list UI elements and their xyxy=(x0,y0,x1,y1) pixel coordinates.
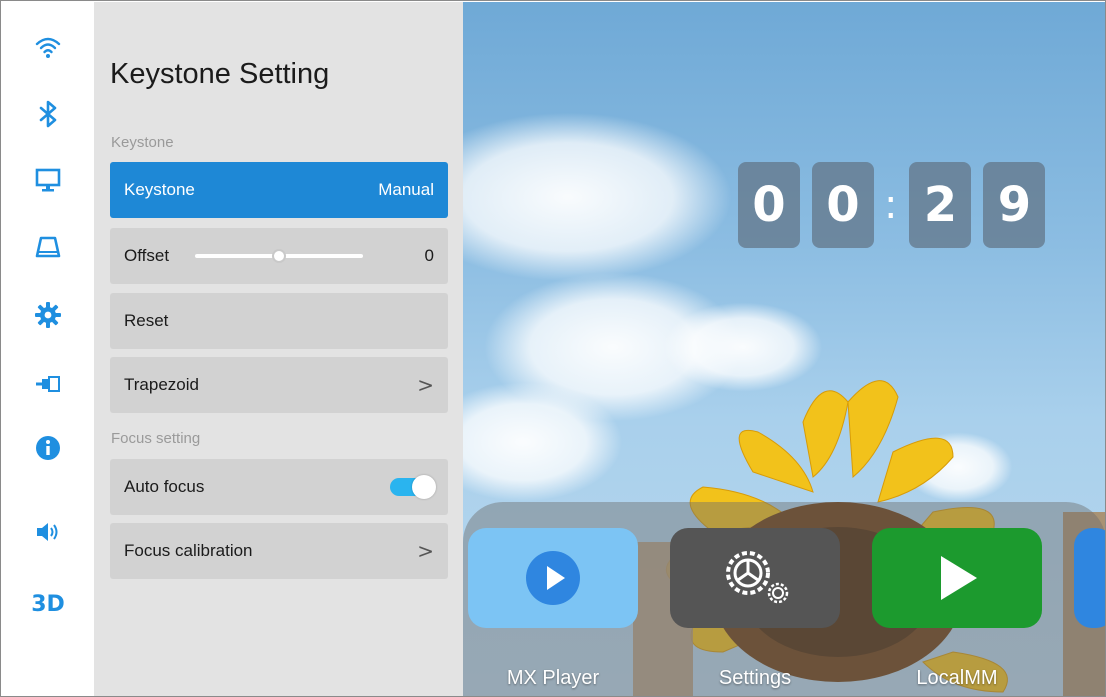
trapezoid-label: Trapezoid xyxy=(124,375,199,394)
toggle-knob xyxy=(412,475,436,499)
keystone-row-value: Manual xyxy=(378,180,434,199)
clock-digit: 0 xyxy=(738,162,800,248)
gear-icon[interactable] xyxy=(30,297,66,333)
next-app[interactable] xyxy=(1074,528,1105,628)
cloud xyxy=(463,112,733,282)
auto-focus-toggle[interactable] xyxy=(390,475,436,499)
clock-widget: 0 0 : 2 9 xyxy=(738,162,1057,248)
keystone-section-label: Keystone xyxy=(111,134,174,151)
offset-slider-thumb[interactable] xyxy=(272,249,287,263)
clock-digit: 9 xyxy=(983,162,1046,248)
offset-value: 0 xyxy=(424,246,434,265)
offset-label: Offset xyxy=(124,246,170,265)
offset-row[interactable]: Offset 0 xyxy=(110,228,448,284)
volume-icon[interactable] xyxy=(30,514,66,550)
chevron-right-icon: > xyxy=(417,539,434,563)
keystone-mode-row[interactable]: Keystone Manual xyxy=(110,162,448,218)
clock-separator: : xyxy=(884,182,898,228)
icon-rail: 3D xyxy=(2,2,94,696)
app-label: LocalMM xyxy=(916,667,998,689)
page-title: Keystone Setting xyxy=(110,58,330,90)
mx-player-app[interactable] xyxy=(468,528,638,628)
auto-focus-label: Auto focus xyxy=(124,477,205,496)
settings-app[interactable] xyxy=(670,528,840,628)
reset-label: Reset xyxy=(124,311,169,330)
app-label: Settings xyxy=(718,667,792,689)
gear-icon xyxy=(726,551,789,604)
display-icon[interactable] xyxy=(30,162,66,198)
keystone-icon[interactable] xyxy=(30,229,66,265)
offset-slider[interactable] xyxy=(195,249,364,263)
bluetooth-icon[interactable] xyxy=(30,96,66,132)
app-dock: MX Player Settings LocalMM xyxy=(463,502,1105,696)
trapezoid-row[interactable]: Trapezoid > xyxy=(110,357,448,413)
auto-focus-row[interactable]: Auto focus xyxy=(110,459,448,515)
home-background: 0 0 : 2 9 MX Player Settings LocalMM xyxy=(463,2,1105,696)
localmm-app[interactable] xyxy=(872,528,1042,628)
focus-calibration-label: Focus calibration xyxy=(124,541,253,560)
focus-section-label: Focus setting xyxy=(111,430,201,447)
input-source-icon[interactable] xyxy=(30,366,66,402)
app-label: MX Player xyxy=(506,667,600,689)
keystone-row-label: Keystone xyxy=(124,180,195,199)
reset-row[interactable]: Reset xyxy=(110,293,448,349)
screen: 3D Keystone Setting Keystone Keystone Ma… xyxy=(0,0,1106,697)
3d-button[interactable]: 3D xyxy=(30,586,66,622)
keystone-settings-panel: Keystone Setting Keystone Keystone Manua… xyxy=(94,2,463,696)
focus-calibration-row[interactable]: Focus calibration > xyxy=(110,523,448,579)
play-triangle-icon xyxy=(941,556,977,600)
info-icon[interactable] xyxy=(30,430,66,466)
chevron-right-icon: > xyxy=(417,373,434,397)
3d-label: 3D xyxy=(31,591,65,617)
clock-digit: 0 xyxy=(812,162,874,248)
play-circle-icon xyxy=(526,551,580,605)
clock-digit: 2 xyxy=(909,162,972,248)
wifi-icon[interactable] xyxy=(30,29,66,65)
